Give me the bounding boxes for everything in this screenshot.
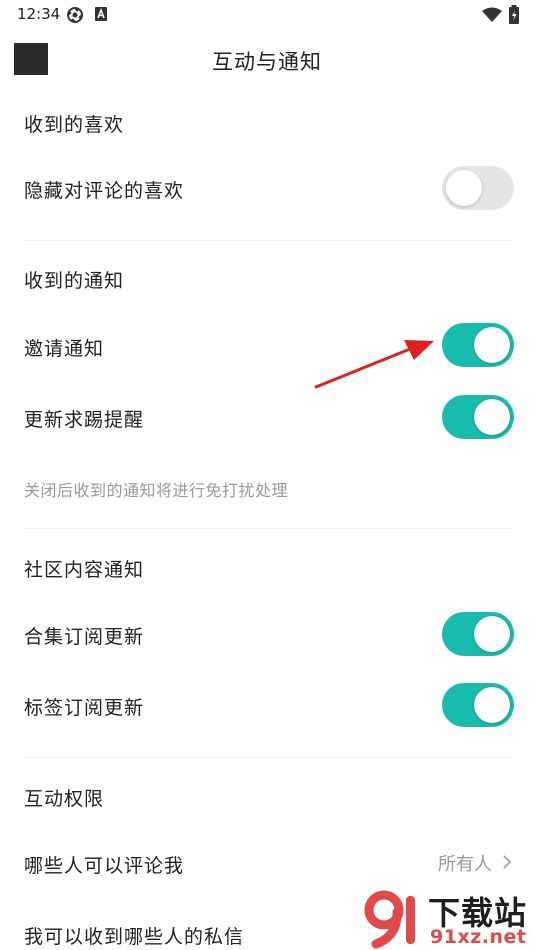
tag-updates-toggle[interactable] <box>442 683 514 727</box>
section-title-permissions: 互动权限 <box>24 788 105 810</box>
chevron-right-icon <box>503 855 512 869</box>
divider <box>24 757 512 758</box>
toggle-knob <box>474 327 510 363</box>
hide-comment-likes-label: 隐藏对评论的喜欢 <box>24 180 185 202</box>
status-time: 12:34 <box>17 5 61 23</box>
collection-updates-label: 合集订阅更新 <box>24 626 145 648</box>
battery-charging-icon <box>509 5 519 24</box>
toggle-knob <box>474 687 510 723</box>
tag-updates-label: 标签订阅更新 <box>24 697 145 719</box>
toggle-knob <box>474 399 510 435</box>
who-can-message-label: 我可以收到哪些人的私信 <box>24 926 245 948</box>
invite-notification-toggle[interactable] <box>442 323 514 367</box>
update-reminder-label: 更新求踢提醒 <box>24 409 145 431</box>
who-can-comment-label: 哪些人可以评论我 <box>24 855 185 877</box>
divider <box>24 528 512 529</box>
section-title-notifications: 收到的通知 <box>24 270 125 292</box>
sync-icon <box>67 7 83 23</box>
nav-bar: 互动与通知 <box>0 30 534 92</box>
watermark-logo: 下载站 91xz.net <box>362 886 534 950</box>
page-title: 互动与通知 <box>212 50 322 74</box>
annotation-arrow-icon <box>314 340 434 389</box>
a-badge-icon <box>95 7 107 21</box>
hide-comment-likes-toggle[interactable] <box>442 166 514 210</box>
wifi-icon <box>482 7 502 22</box>
collection-updates-toggle[interactable] <box>442 612 514 656</box>
divider <box>24 240 512 241</box>
invite-notification-label: 邀请通知 <box>24 338 105 360</box>
who-can-comment-value: 所有人 <box>438 854 492 875</box>
update-reminder-toggle[interactable] <box>442 395 514 439</box>
watermark-domain: 91xz.net <box>430 926 527 948</box>
toggle-knob <box>474 616 510 652</box>
watermark-91-icon <box>364 890 415 949</box>
notification-hint: 关闭后收到的通知将进行免打扰处理 <box>24 481 289 500</box>
status-bar: 12:34 <box>0 0 534 30</box>
section-title-community: 社区内容通知 <box>24 559 145 581</box>
section-title-likes: 收到的喜欢 <box>24 114 125 136</box>
toggle-knob <box>446 170 482 206</box>
